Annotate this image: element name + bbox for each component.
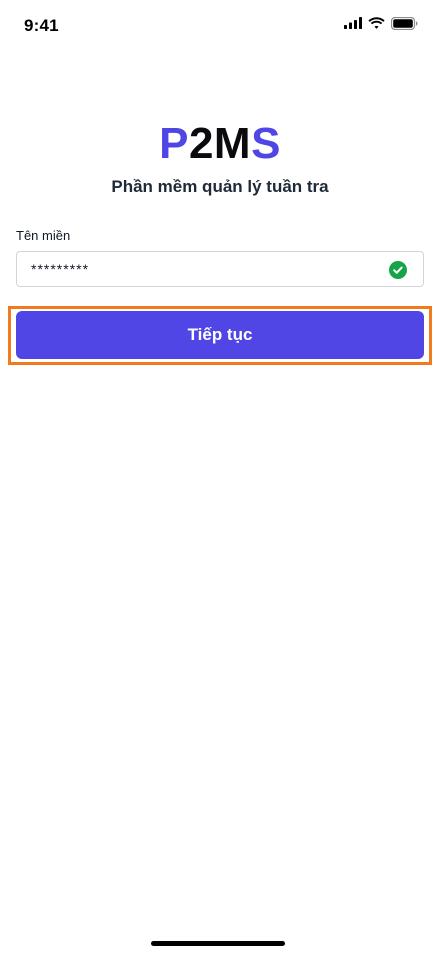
home-indicator — [151, 941, 285, 946]
domain-field-label: Tên miền — [16, 228, 71, 243]
status-bar: 9:41 — [0, 0, 440, 50]
wifi-icon — [368, 17, 385, 29]
logo-letter-p: P — [159, 119, 189, 168]
check-circle-icon — [389, 261, 407, 279]
logo-letters-2m: 2M — [188, 119, 252, 168]
cellular-signal-icon — [344, 17, 362, 29]
app-subtitle: Phần mềm quản lý tuần tra — [111, 177, 329, 196]
logo-letter-s: S — [251, 119, 281, 168]
status-time: 9:41 — [24, 16, 59, 35]
domain-field-container — [16, 251, 424, 287]
app-logo: P2MS — [0, 119, 440, 169]
domain-input[interactable] — [17, 252, 423, 286]
battery-icon — [391, 16, 418, 30]
status-icons — [344, 15, 418, 31]
continue-button[interactable]: Tiếp tục — [16, 311, 424, 359]
